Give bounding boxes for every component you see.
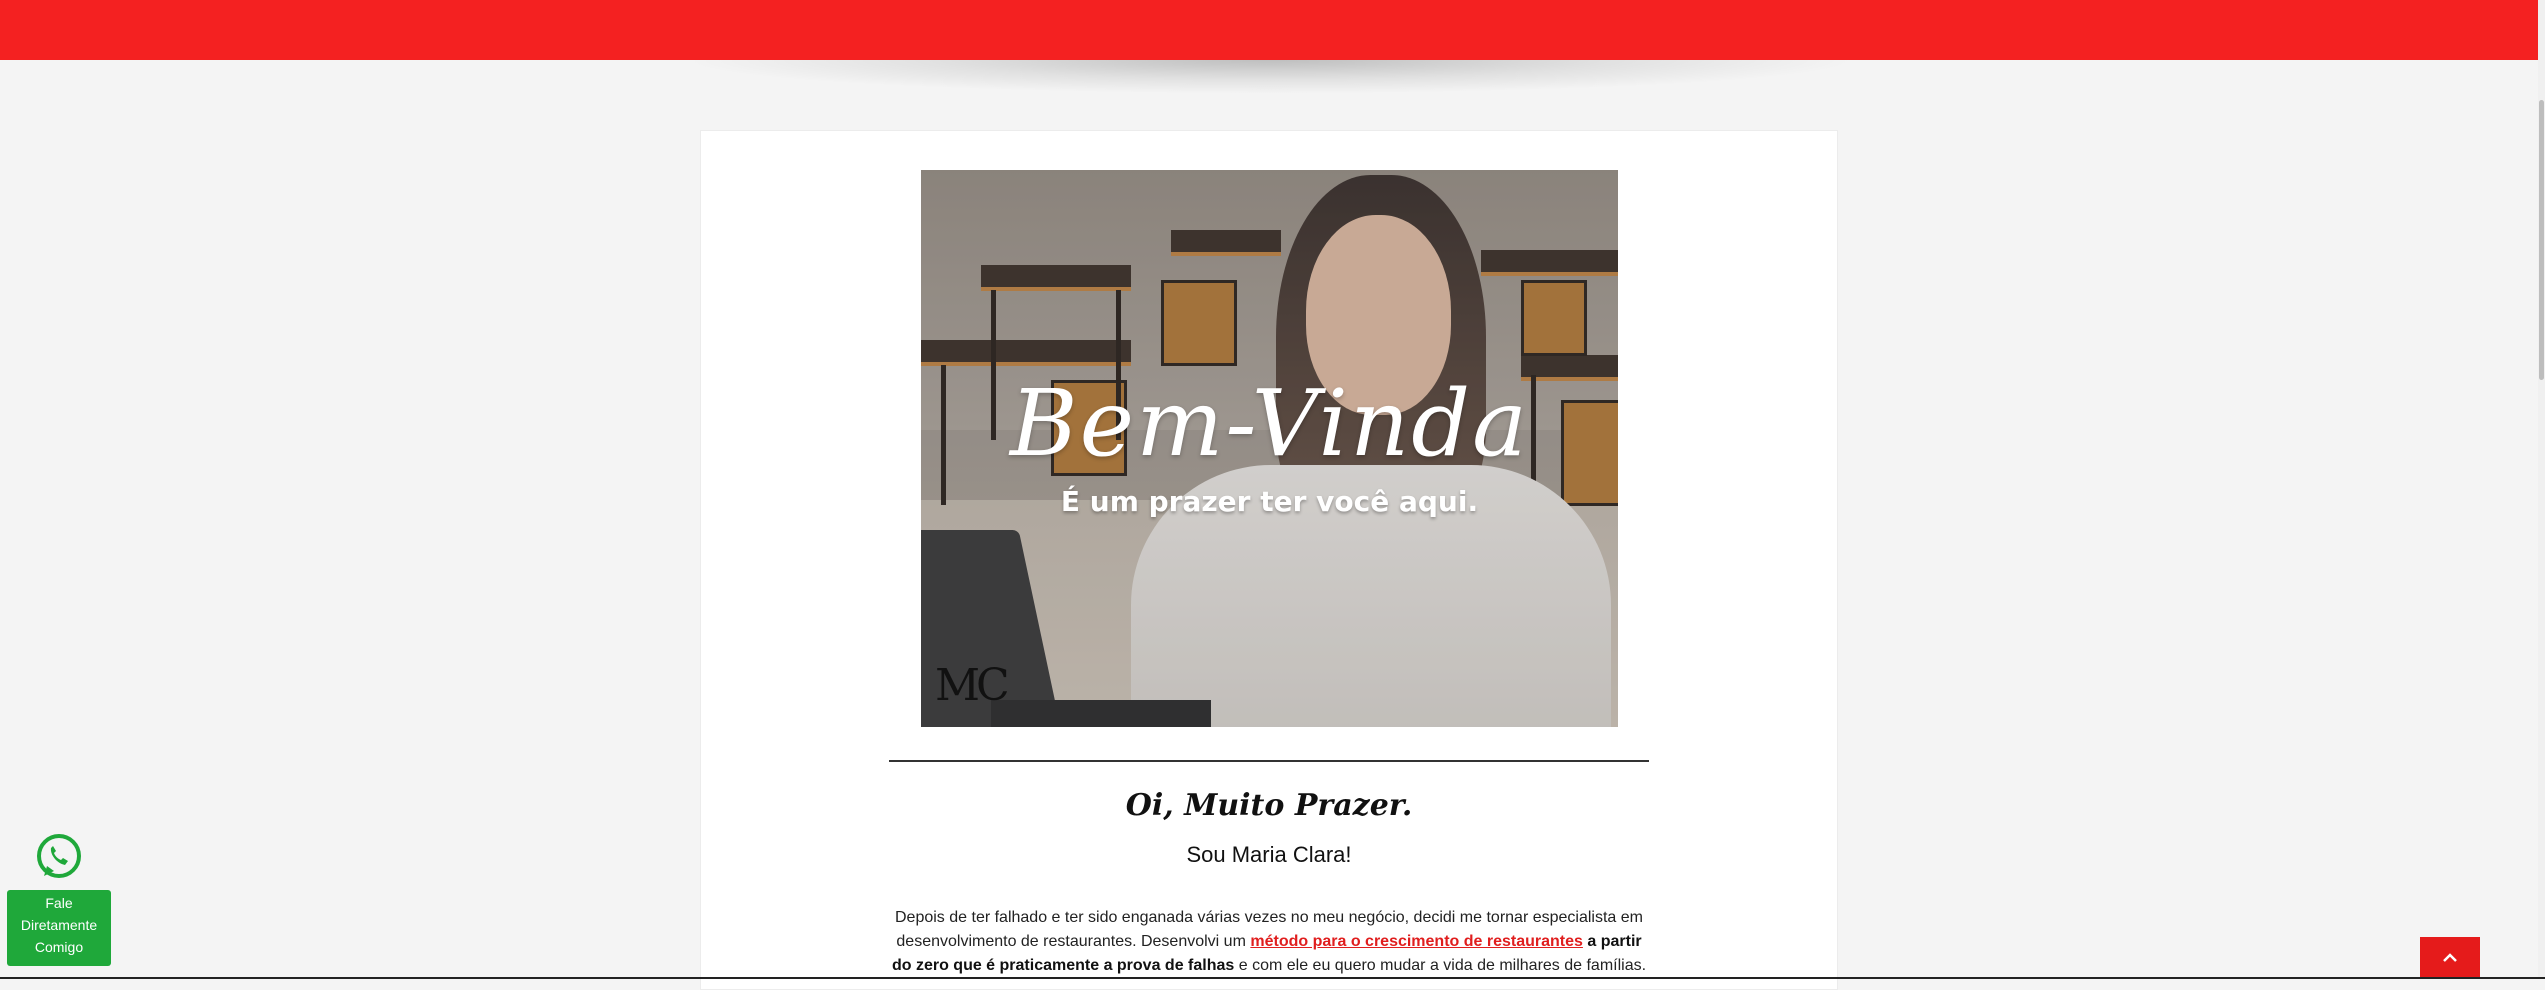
method-link[interactable]: método para o crescimento de restaurante…	[1250, 933, 1583, 950]
header-shadow	[680, 60, 1860, 94]
whatsapp-label-line3: Comigo	[34, 939, 84, 955]
hero-subtitle: É um prazer ter você aqui.	[1060, 485, 1479, 518]
scroll-to-top-button[interactable]	[2420, 937, 2480, 979]
whatsapp-contact-button[interactable]: Fale Diretamente Comigo	[7, 890, 111, 966]
greeting-heading: Oi, Muito Prazer.	[1125, 788, 1413, 823]
whatsapp-icon[interactable]	[34, 832, 84, 882]
whatsapp-label-line2: Diretamente	[20, 917, 98, 933]
hero-title: Bem-Vinda	[1010, 370, 1529, 477]
hero-image: Bem-Vinda É um prazer ter você aqui. MC	[921, 170, 1618, 727]
bio-text-end: e com ele eu quero mudar a vida de milha…	[1234, 957, 1647, 974]
page-scrollbar-thumb[interactable]	[2539, 100, 2544, 380]
name-heading: Sou Maria Clara!	[1186, 842, 1352, 867]
hero-logo: MC	[935, 660, 1010, 711]
chevron-up-icon	[2443, 953, 2457, 962]
section-divider	[889, 760, 1649, 762]
whatsapp-label-line1: Fale	[45, 895, 73, 911]
bio-paragraph: Depois de ter falhado e ter sido enganad…	[889, 906, 1649, 978]
top-header-bar	[0, 0, 2545, 60]
